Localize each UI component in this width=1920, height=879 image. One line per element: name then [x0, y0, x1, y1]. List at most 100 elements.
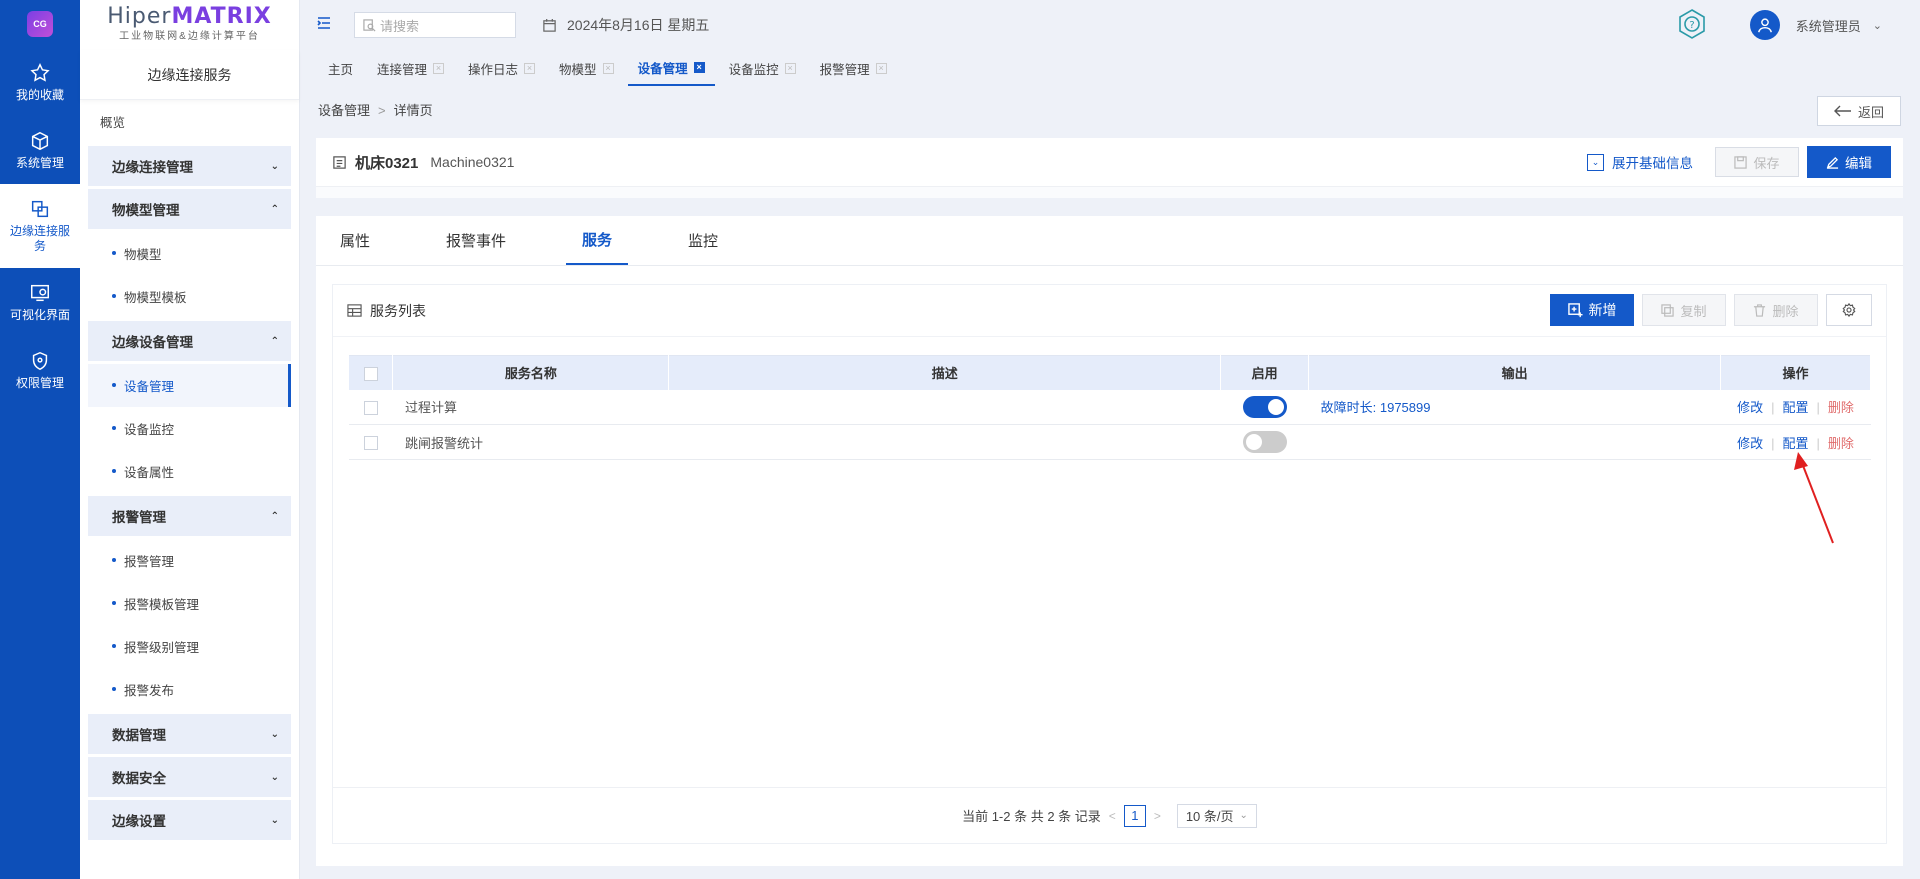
page-number[interactable]: 1: [1123, 804, 1146, 827]
close-icon[interactable]: ×: [784, 62, 796, 74]
rail-item-permission[interactable]: 权限管理: [0, 336, 80, 404]
brand: HiperMATRIX 工业物联网&边缘计算平台: [80, 0, 299, 50]
sidebar-group-edge-connect[interactable]: 边缘连接管理 ⌄: [88, 146, 291, 186]
chevron-down-icon: ⌄: [270, 728, 279, 740]
row-checkbox[interactable]: [363, 435, 378, 450]
avatar[interactable]: [1749, 10, 1780, 40]
config-link[interactable]: 配置: [1782, 400, 1808, 415]
user-icon: [1757, 18, 1772, 33]
search-input[interactable]: 请搜索: [354, 12, 516, 38]
settings-button[interactable]: [1826, 294, 1872, 326]
sidebar-group-model[interactable]: 物模型管理 ⌃: [88, 189, 291, 229]
tab-monitor[interactable]: 监控: [672, 215, 734, 265]
sidebar-item-device-monitor[interactable]: 设备监控: [88, 407, 291, 450]
copy-icon: [1661, 303, 1675, 317]
chevron-down-icon[interactable]: ⌄: [1873, 19, 1882, 32]
main-card: 属性 报警事件 服务 监控 服务列表 新增 复制 删除 服务名称 描述 启用 输…: [316, 216, 1903, 866]
detail-tabs: 属性 报警事件 服务 监控: [316, 216, 1903, 266]
left-rail: CG 我的收藏 系统管理 边缘连接服务 可视化界面 权限管理: [0, 0, 80, 879]
edge-connect-icon: [31, 200, 49, 218]
delete-button[interactable]: 删除: [1734, 294, 1818, 326]
chevron-left-icon[interactable]: <: [1109, 809, 1116, 823]
calendar-icon: [543, 18, 556, 32]
sidebar-group-security[interactable]: 数据安全 ⌄: [88, 757, 291, 797]
sidebar-item-device-management[interactable]: 设备管理: [88, 364, 291, 407]
star-icon: [30, 62, 50, 82]
close-icon[interactable]: ×: [602, 62, 614, 74]
tab-services[interactable]: 服务: [566, 215, 629, 265]
sidebar-group-alarm[interactable]: 报警管理 ⌃: [88, 496, 291, 536]
col-enabled: 启用: [1220, 355, 1310, 390]
copy-button[interactable]: 复制: [1642, 294, 1726, 326]
table-row: 跳闸报警统计 修改 | 配置 | 删除: [349, 424, 1871, 460]
row-checkbox[interactable]: [363, 400, 378, 415]
breadcrumb-parent[interactable]: 设备管理: [318, 103, 370, 118]
add-icon: [1567, 302, 1583, 317]
panel-title: 服务列表: [370, 302, 426, 319]
service-name: 跳闸报警统计: [392, 424, 669, 460]
sidebar-item-alarm-publish[interactable]: 报警发布: [88, 668, 291, 711]
service-name: 过程计算: [392, 389, 669, 425]
delete-link[interactable]: 删除: [1828, 400, 1854, 415]
svg-text:?: ?: [1689, 20, 1694, 31]
back-button[interactable]: 返回: [1817, 96, 1901, 126]
save-button[interactable]: 保存: [1715, 147, 1799, 177]
close-icon[interactable]: ×: [693, 61, 705, 73]
tab-properties[interactable]: 属性: [324, 215, 386, 265]
tab-connect[interactable]: 连接管理 ×: [367, 50, 454, 86]
tab-model[interactable]: 物模型 ×: [549, 50, 624, 86]
add-button[interactable]: 新增: [1550, 294, 1634, 326]
sidebar-group-device[interactable]: 边缘设备管理 ⌃: [88, 321, 291, 361]
brand-prefix: Hiper: [107, 4, 172, 29]
close-icon[interactable]: ×: [433, 62, 445, 74]
rail-item-favorites[interactable]: 我的收藏: [0, 48, 80, 116]
sidebar-item-model-template[interactable]: 物模型模板: [88, 275, 291, 318]
page-size-select[interactable]: 10 条/页 ⌄: [1176, 803, 1257, 828]
rail-item-visual[interactable]: 可视化界面: [0, 268, 80, 336]
chevron-right-icon[interactable]: >: [1154, 809, 1161, 823]
sidebar-group-data[interactable]: 数据管理 ⌄: [88, 714, 291, 754]
sidebar-item-alarm[interactable]: 报警管理: [88, 539, 291, 582]
tab-log[interactable]: 操作日志 ×: [458, 50, 545, 86]
chevron-down-icon: ⌄: [1587, 153, 1604, 171]
service-description: [668, 424, 1221, 460]
header-strip: [316, 186, 1903, 198]
sidebar-item-alarm-template[interactable]: 报警模板管理: [88, 582, 291, 625]
col-output: 输出: [1308, 355, 1721, 390]
chevron-up-icon: ⌃: [270, 510, 279, 522]
select-all-checkbox[interactable]: [363, 366, 378, 381]
document-icon: [333, 155, 346, 169]
rail-item-system[interactable]: 系统管理: [0, 116, 80, 184]
enable-toggle[interactable]: [1242, 395, 1287, 418]
close-icon[interactable]: ×: [875, 62, 887, 74]
service-output: 故障时长: 1975899: [1308, 389, 1721, 425]
sidebar-item-alarm-level[interactable]: 报警级别管理: [88, 625, 291, 668]
username[interactable]: 系统管理员: [1796, 16, 1861, 35]
table-row: 过程计算 故障时长: 1975899 修改 | 配置 | 删除: [349, 389, 1871, 425]
close-icon[interactable]: ×: [524, 62, 536, 74]
sidebar-group-settings[interactable]: 边缘设置 ⌄: [88, 800, 291, 840]
visual-screen-icon: [31, 284, 49, 301]
pagination-summary: 当前 1-2 条 共 2 条 记录: [962, 809, 1101, 824]
sidebar-item-overview[interactable]: 概览: [88, 100, 291, 143]
enable-toggle[interactable]: [1242, 431, 1287, 453]
tab-device-monitor[interactable]: 设备监控 ×: [719, 50, 806, 86]
expand-basic-info-button[interactable]: ⌄ 展开基础信息: [1587, 152, 1693, 172]
tab-alarm-events[interactable]: 报警事件: [430, 215, 522, 265]
date-display: 2024年8月16日 星期五: [542, 15, 709, 35]
edit-link[interactable]: 修改: [1737, 436, 1763, 451]
select-all-cell: [349, 355, 394, 390]
rail-item-edge[interactable]: 边缘连接服务: [0, 184, 80, 268]
tab-alarm[interactable]: 报警管理 ×: [810, 50, 897, 86]
topbar: 请搜索 2024年8月16日 星期五 ? 系统管理员 ⌄: [300, 0, 1920, 50]
sidebar-item-device-attr[interactable]: 设备属性: [88, 450, 291, 493]
chevron-down-icon: ⌄: [270, 160, 279, 172]
menu-collapse-icon[interactable]: [316, 15, 332, 36]
sidebar-item-model[interactable]: 物模型: [88, 232, 291, 275]
tab-home[interactable]: 主页: [318, 50, 363, 86]
edit-button[interactable]: 编辑: [1807, 146, 1891, 178]
help-icon[interactable]: ?: [1676, 8, 1708, 43]
breadcrumb: 设备管理 > 详情页: [318, 103, 433, 118]
edit-link[interactable]: 修改: [1737, 400, 1763, 415]
tab-device-management[interactable]: 设备管理 ×: [627, 50, 715, 86]
